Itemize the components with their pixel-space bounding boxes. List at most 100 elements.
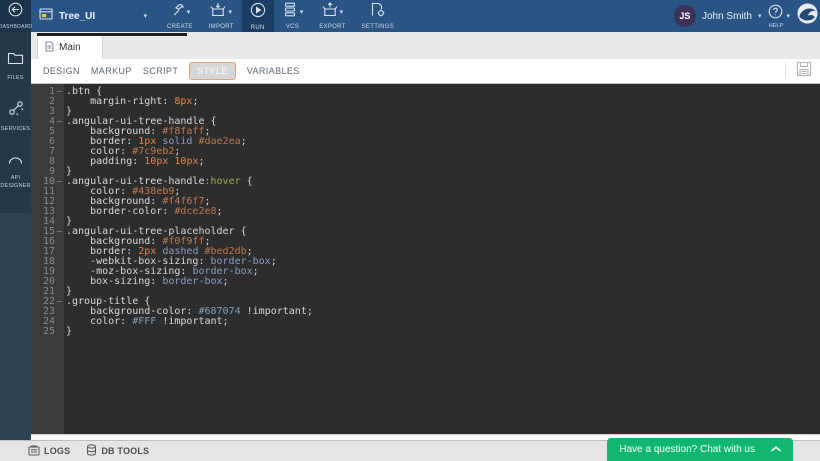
fold-gutter (55, 187, 64, 197)
sidebar-item-label: FILES (7, 74, 23, 82)
fold-gutter (55, 207, 64, 217)
line-number: 25 (31, 327, 55, 337)
fold-gutter (55, 317, 64, 327)
project-selector[interactable]: Tree_UI ▾ (31, 0, 155, 32)
chat-label: Have a question? Chat with us (619, 444, 755, 455)
code-text[interactable]: border-color: #dce2e8; (64, 207, 223, 217)
fold-gutter (55, 97, 64, 107)
fold-gutter (55, 127, 64, 137)
menu-label: SETTINGS (362, 24, 394, 30)
help-label: HELP (769, 23, 783, 29)
chevron-down-icon: ▾ (228, 9, 232, 16)
chat-widget[interactable]: Have a question? Chat with us (607, 438, 793, 461)
fold-gutter (55, 257, 64, 267)
import-icon (210, 2, 226, 22)
menu-label: CREATE (167, 24, 193, 30)
menu-label: EXPORT (319, 24, 345, 30)
create-button[interactable]: ▾ CREATE (159, 0, 201, 32)
menu-label: VCS (286, 24, 299, 30)
user-name: John Smith (702, 11, 752, 22)
menu-label: RUN (251, 25, 265, 31)
chevron-down-icon: ▾ (187, 9, 191, 16)
fold-gutter (55, 237, 64, 247)
fold-marker-icon[interactable]: ‒ (55, 297, 64, 307)
dashboard-icon (8, 2, 23, 22)
export-button[interactable]: ▾ EXPORT (311, 0, 353, 32)
code-line: 2 margin-right: 8px; (31, 97, 820, 107)
sidebar-item-label: SERVICES (1, 125, 30, 133)
fold-gutter (55, 267, 64, 277)
import-button[interactable]: ▾IMPORT (201, 0, 242, 32)
fold-gutter (55, 147, 64, 157)
status-label: DB TOOLS (101, 446, 149, 456)
tab-main[interactable]: Main (37, 36, 103, 59)
fold-gutter (55, 277, 64, 287)
sidebar-item-services[interactable]: SERVICES (0, 91, 31, 142)
tab-strip: Main (31, 32, 820, 59)
sidebar-item-dashboard[interactable]: DASHBOARD (0, 0, 31, 32)
fold-gutter (55, 107, 64, 117)
code-text[interactable]: box-sizing: border-box; (64, 277, 229, 287)
project-icon (39, 7, 53, 25)
code-editor[interactable]: 1‒.btn {2 margin-right: 8px;3}4‒.angular… (31, 84, 820, 434)
run-button[interactable]: RUN (242, 0, 274, 32)
tab-markup[interactable]: MARKUP (91, 66, 132, 76)
toolbar-divider (785, 63, 786, 79)
code-line: 13 border-color: #dce2e8; (31, 207, 820, 217)
fold-gutter (55, 157, 64, 167)
chevron-down-icon[interactable]: ▾ (786, 13, 790, 20)
dashboard-label: DASHBOARD (0, 24, 32, 30)
left-sidebar: FILES SERVICES API DESIGNER (0, 32, 31, 440)
code-line: 25} (31, 327, 820, 337)
tab-variables[interactable]: VARIABLES (247, 66, 300, 76)
save-icon[interactable] (796, 61, 812, 82)
code-text[interactable]: } (64, 327, 72, 337)
fold-gutter (55, 327, 64, 337)
fold-marker-icon[interactable]: ‒ (55, 177, 64, 187)
chevron-down-icon: ▾ (340, 9, 344, 16)
vcs-button[interactable]: ▾ VCS (274, 0, 312, 32)
fold-marker-icon[interactable]: ‒ (55, 87, 64, 97)
chevron-down-icon: ▾ (300, 9, 304, 16)
topbar-menu: ▾ CREATE ▾IMPORT RUN ▾ VCS ▾ EXPORT SETTINGS (159, 0, 402, 32)
code-text[interactable]: margin-right: 8px; (64, 97, 198, 107)
help-button[interactable]: HELP (768, 4, 783, 29)
fold-marker-icon[interactable]: ‒ (55, 227, 64, 237)
fold-gutter (55, 197, 64, 207)
sidebar-item-files[interactable]: FILES (0, 42, 31, 91)
sidebar-item-api-designer[interactable]: API DESIGNER (0, 143, 31, 200)
settings-button[interactable]: SETTINGS (354, 0, 402, 32)
code-text[interactable]: padding: 10px 10px; (64, 157, 205, 167)
chevron-down-icon: ▾ (143, 13, 147, 20)
fold-marker-icon[interactable]: ‒ (55, 117, 64, 127)
main-panel: Main DESIGN MARKUP SCRIPT STYLE VARIABLES 1‒… (31, 32, 820, 440)
wavemaker-logo (797, 3, 818, 29)
chevron-down-icon: ▾ (758, 13, 762, 20)
tab-script[interactable]: SCRIPT (143, 66, 178, 76)
logs-button[interactable]: LOGS (28, 445, 70, 458)
mode-toolbar: DESIGN MARKUP SCRIPT STYLE VARIABLES (31, 59, 820, 84)
topbar-right: JS John Smith ▾ HELP ▾ (674, 0, 820, 32)
document-icon (45, 41, 54, 55)
fold-gutter (55, 287, 64, 297)
hammer-icon (170, 2, 185, 22)
project-name: Tree_UI (59, 11, 95, 22)
tab-design[interactable]: DESIGN (43, 66, 80, 76)
sidebar-item-label: API DESIGNER (0, 174, 30, 191)
fold-gutter (55, 307, 64, 317)
code-line: 8 padding: 10px 10px; (31, 157, 820, 167)
fold-gutter (55, 137, 64, 147)
fold-gutter (55, 217, 64, 227)
settings-icon (370, 2, 386, 22)
logs-icon (28, 445, 40, 458)
code-text[interactable]: color: #FFF !important; (64, 317, 229, 327)
user-menu[interactable]: JS John Smith ▾ (674, 5, 762, 27)
code-line: 24 color: #FFF !important; (31, 317, 820, 327)
db-icon (86, 444, 97, 458)
avatar: JS (674, 5, 696, 27)
tab-label: Main (59, 42, 81, 53)
tab-style[interactable]: STYLE (189, 62, 236, 80)
run-icon (250, 2, 266, 23)
fold-gutter (55, 167, 64, 177)
db-tools-button[interactable]: DB TOOLS (86, 444, 149, 458)
